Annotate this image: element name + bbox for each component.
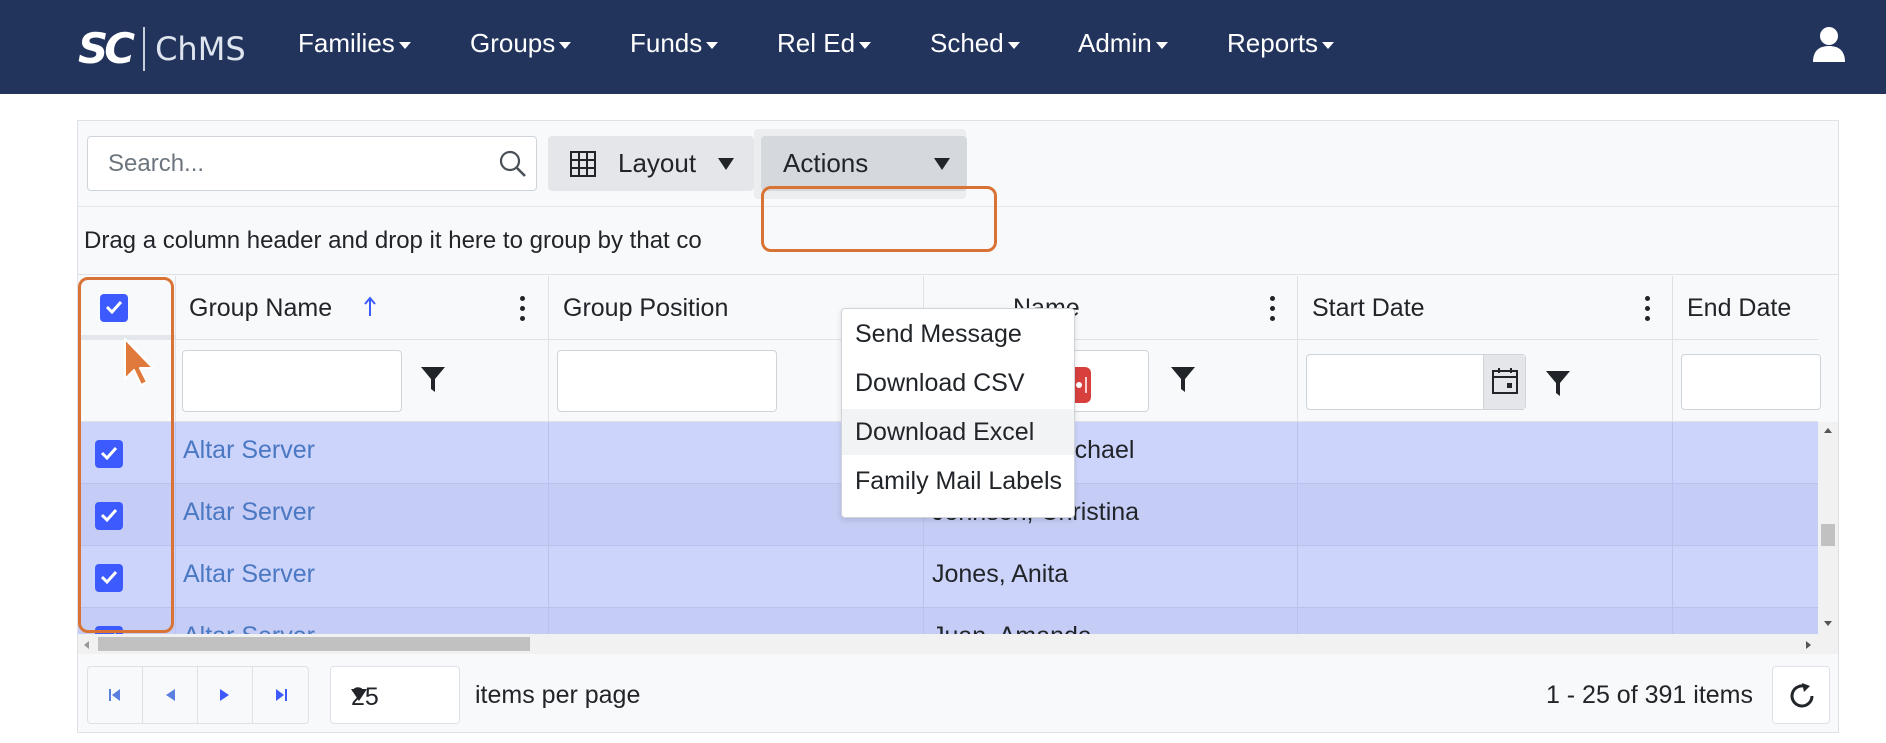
refresh-button[interactable] [1772,666,1830,724]
check-icon [105,300,123,314]
caret-down-icon [859,42,872,49]
first-page-button[interactable] [88,667,143,723]
nav-sched[interactable]: Sched [930,28,1020,59]
filter-group-position-input[interactable] [557,350,777,412]
menu-family-mail-labels[interactable]: Family Mail Labels [842,458,1074,504]
next-page-button[interactable] [198,667,253,723]
caret-down-icon [1155,42,1168,49]
cell-name: Juan, Amanda [932,622,1092,634]
filter-start-date-input[interactable] [1306,354,1526,410]
logo-text: ChMS [155,29,246,68]
cursor-icon [124,338,154,386]
refresh-icon [1790,683,1814,708]
nav-families[interactable]: Families [298,28,411,59]
vertical-scroll-thumb[interactable] [1821,524,1835,546]
cell-group-name[interactable]: Altar Server [183,560,315,589]
table-row[interactable]: Altar Server Jones, Anita [78,546,1818,608]
caret-down-icon [1322,42,1335,49]
items-per-page-label: items per page [475,681,641,709]
prev-page-icon [166,689,175,701]
actions-dropdown-menu: Send Message Download CSV Download Excel… [841,308,1075,518]
pager-summary: 1 - 25 of 391 items [1545,681,1753,709]
group-drop-panel[interactable]: Drag a column header and drop it here to… [78,207,1838,275]
menu-download-csv[interactable]: Download CSV [842,360,1074,406]
filter-end-date-input[interactable] [1681,354,1821,410]
data-grid: Layout Actions Drag a column header and … [77,120,1839,733]
caret-down-icon [718,157,735,170]
pager: 25 items per page 1 - 25 of 391 items [78,654,1838,732]
filter-group-name-input[interactable] [182,350,402,412]
logo[interactable]: SC ChMS [78,24,246,73]
group-panel-hint: Drag a column header and drop it here to… [84,227,702,254]
nav-rel-ed[interactable]: Rel Ed [777,28,872,59]
nav-rel-ed-label: Rel Ed [777,28,856,58]
page-size-select[interactable]: 25 [330,666,460,724]
nav-admin[interactable]: Admin [1078,28,1168,59]
menu-download-excel[interactable]: Download Excel [842,409,1074,455]
row-checkbox[interactable] [95,440,123,468]
last-page-icon [275,689,287,701]
calendar-button[interactable] [1483,355,1525,409]
cell-group-name[interactable]: Altar Server [183,498,315,527]
header-group-name[interactable]: Group Name [189,294,332,323]
top-navbar: SC ChMS Families Groups Funds Rel Ed Sch… [0,0,1886,94]
pager-buttons [87,666,309,724]
search-box[interactable] [87,136,537,191]
horizontal-scrollbar[interactable] [78,634,1838,654]
horizontal-scroll-thumb[interactable] [98,637,530,651]
caret-down-icon [706,42,719,49]
nav-groups-label: Groups [470,28,556,58]
actions-button-label: Actions [783,148,869,178]
layout-button-label: Layout [618,148,697,178]
layout-button[interactable]: Layout [548,136,754,191]
kebab-icon[interactable] [1268,296,1276,324]
nav-sched-label: Sched [930,28,1004,58]
cell-group-name[interactable]: Altar Server [183,436,315,465]
grid-toolbar: Layout Actions [78,121,1838,207]
grid-icon [570,150,596,177]
caret-down-icon [351,689,367,701]
cell-name: Jones, Anita [932,560,1069,588]
logo-divider [143,26,146,71]
header-end-date[interactable]: End Date [1687,294,1791,323]
caret-down-icon [398,42,411,49]
row-checkbox[interactable] [95,502,123,530]
nav-reports[interactable]: Reports [1227,28,1335,59]
header-group-position[interactable]: Group Position [563,294,728,323]
search-input[interactable] [108,149,488,179]
vertical-scrollbar[interactable] [1818,422,1838,634]
cell-group-name[interactable]: Altar Server [183,622,315,634]
calendar-icon [1492,368,1518,394]
logo-mark: SC [78,24,135,73]
filter-icon[interactable] [1545,370,1571,398]
table-row[interactable]: Altar Server Juan, Amanda [78,608,1818,634]
nav-admin-label: Admin [1078,28,1152,58]
row-checkbox[interactable] [95,564,123,592]
caret-down-icon [934,157,951,170]
nav-reports-label: Reports [1227,28,1319,58]
filter-icon[interactable] [1170,366,1196,394]
last-page-button[interactable] [253,667,308,723]
nav-groups[interactable]: Groups [470,28,572,59]
next-page-icon [220,689,229,701]
select-all-checkbox[interactable] [100,294,128,322]
nav-funds[interactable]: Funds [630,28,719,59]
first-page-icon [109,689,120,701]
search-icon[interactable] [498,149,528,179]
header-start-date[interactable]: Start Date [1312,294,1425,323]
prev-page-button[interactable] [143,667,198,723]
nav-families-label: Families [298,28,395,58]
actions-button[interactable]: Actions [761,136,967,191]
caret-down-icon [1007,42,1020,49]
row-checkbox[interactable] [95,626,123,634]
nav-funds-label: Funds [630,28,703,58]
caret-down-icon [559,42,572,49]
menu-send-message[interactable]: Send Message [842,311,1074,357]
filter-icon[interactable] [420,366,446,394]
sort-asc-icon[interactable] [363,296,377,318]
kebab-icon[interactable] [518,296,526,324]
user-icon[interactable] [1812,26,1846,62]
kebab-icon[interactable] [1643,296,1651,324]
